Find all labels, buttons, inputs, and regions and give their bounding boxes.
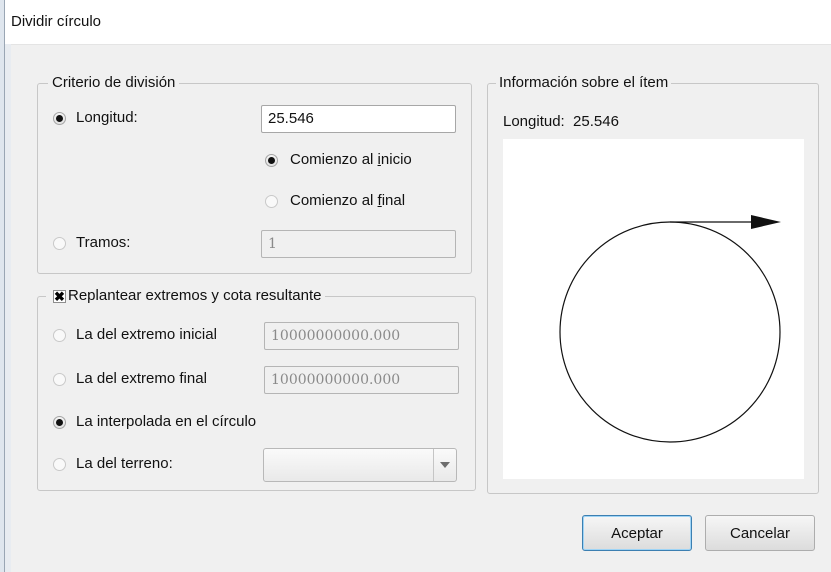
circle-arrow-preview-icon [559, 215, 781, 443]
interpolada-radio[interactable] [53, 416, 66, 429]
extremo-inicial-label[interactable]: La del extremo inicial [76, 326, 217, 343]
cancel-button[interactable]: Cancelar [705, 515, 815, 551]
tramos-label[interactable]: Tramos: [76, 234, 130, 251]
preview-arrow-head [751, 215, 781, 229]
item-preview [503, 139, 804, 479]
longitud-input[interactable]: 25.546 [261, 105, 456, 133]
extremo-inicial-radio[interactable] [53, 329, 66, 342]
tramos-input[interactable]: 1 [261, 230, 456, 258]
comienzo-final-radio[interactable] [265, 195, 278, 208]
terreno-select[interactable] [263, 448, 457, 482]
title-bar[interactable]: Dividir círculo [5, 0, 831, 45]
extremo-final-label[interactable]: La del extremo final [76, 370, 207, 387]
longitud-label[interactable]: Longitud: [76, 109, 138, 126]
tramos-radio[interactable] [53, 237, 66, 250]
comienzo-final-label[interactable]: Comienzo al final [290, 192, 405, 209]
chevron-down-icon[interactable] [433, 449, 456, 481]
preview-circle [559, 221, 781, 443]
terreno-radio[interactable] [53, 458, 66, 471]
accept-button[interactable]: Aceptar [582, 515, 692, 551]
comienzo-inicio-radio[interactable] [265, 154, 278, 167]
info-legend: Información sobre el ítem [499, 74, 669, 91]
longitud-radio[interactable] [53, 112, 66, 125]
terreno-label[interactable]: La del terreno: [76, 455, 173, 472]
interpolada-label[interactable]: La interpolada en el círculo [76, 413, 256, 430]
replantear-legend: Replantear extremos y cota resultante [68, 287, 322, 304]
window-left-edge [5, 44, 11, 572]
dialog-window: Dividir círculo Criterio de división Lon… [4, 0, 831, 572]
extremo-final-radio[interactable] [53, 373, 66, 386]
info-longitud-text: Longitud: 25.546 [503, 113, 619, 130]
comienzo-inicio-label[interactable]: Comienzo al inicio [290, 151, 412, 168]
replantear-checkbox[interactable]: ✖ [53, 290, 66, 303]
criterio-legend: Criterio de división [52, 74, 176, 91]
extremo-final-input[interactable]: 10000000000.000 [264, 366, 459, 394]
window-title: Dividir círculo [11, 13, 102, 30]
extremo-inicial-input[interactable]: 10000000000.000 [264, 322, 459, 350]
